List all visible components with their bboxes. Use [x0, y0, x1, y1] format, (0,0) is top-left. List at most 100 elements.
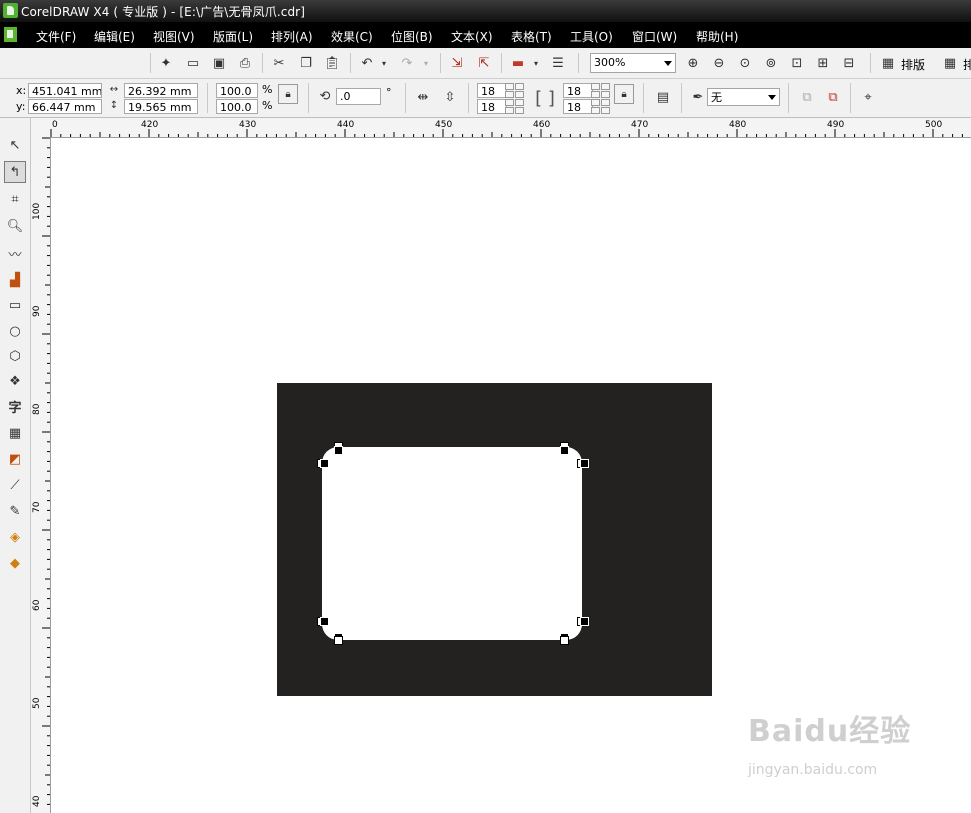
options-icon[interactable]: ☰ [548, 53, 568, 73]
ruler-label: 480 [729, 120, 747, 130]
menu-help[interactable]: 帮助(H) [696, 28, 738, 45]
to-back-icon[interactable]: ⧉ [823, 87, 843, 107]
menu-table[interactable]: 表格(T) [511, 28, 552, 45]
fill-tool-icon[interactable]: ◈ [4, 526, 26, 548]
horizontal-ruler[interactable]: 0 420 430 440 450 460 470 480 490 500 [50, 118, 971, 138]
corner-node[interactable] [320, 459, 329, 468]
print-icon[interactable]: ⎙ [235, 53, 255, 73]
corner-bottom-left-spinner[interactable] [505, 99, 514, 114]
document-icon[interactable] [4, 27, 17, 42]
corner-top-left-spinner-up[interactable] [515, 83, 524, 98]
zoom-out-icon[interactable]: ⊖ [709, 53, 729, 73]
corner-top-right-spinner-up[interactable] [601, 83, 610, 98]
vertical-ruler[interactable]: 100 90 80 70 60 50 40 [31, 137, 51, 813]
convert-to-curves-icon[interactable]: ⌖ [858, 87, 878, 107]
menu-edit[interactable]: 编辑(E) [94, 28, 135, 45]
corner-bottom-right-spinner-up[interactable] [601, 99, 610, 114]
corner-bottom-right-spinner[interactable] [591, 99, 600, 114]
zoom-height-icon[interactable]: ⊟ [839, 53, 859, 73]
zoom-level-select[interactable]: 300% [590, 53, 676, 73]
pick-tool-icon[interactable]: ↖ [4, 134, 26, 156]
corner-radius-top-left-field[interactable]: 18 [477, 83, 507, 98]
menu-layout[interactable]: 版面(L) [213, 28, 253, 45]
layout-label-2[interactable]: 排 [963, 56, 971, 73]
zoom-width-icon[interactable]: ⊞ [813, 53, 833, 73]
basic-shapes-tool-icon[interactable]: ❖ [4, 370, 26, 392]
crop-tool-icon[interactable]: ⌗ [4, 188, 26, 210]
eyedropper-tool-icon[interactable]: ⟋ [4, 474, 26, 496]
menu-arrange[interactable]: 排列(A) [271, 28, 313, 45]
scale-x-field[interactable]: 100.0 [216, 83, 258, 98]
outline-width-select[interactable]: 无 [707, 88, 780, 106]
ellipse-tool-icon[interactable]: ○ [4, 320, 26, 342]
corner-node[interactable] [580, 459, 589, 468]
redo-dropdown-icon[interactable]: ▾ [420, 53, 432, 73]
polygon-tool-icon[interactable]: ⬡ [4, 345, 26, 367]
menu-tools[interactable]: 工具(O) [570, 28, 613, 45]
menu-view[interactable]: 视图(V) [153, 28, 195, 45]
height-field[interactable]: 19.565 mm [124, 99, 198, 114]
rounded-white-rectangle-shape[interactable] [322, 447, 582, 640]
export-icon[interactable]: ⇱ [474, 53, 494, 73]
lock-ratio-icon[interactable]: 🔒︎ [278, 84, 298, 104]
text-tool-icon[interactable]: 字 [4, 395, 26, 417]
paste-icon[interactable]: 📋︎ [322, 53, 342, 73]
corner-node[interactable] [320, 617, 329, 626]
corner-node[interactable] [560, 446, 569, 455]
zoom-page-icon[interactable]: ⊡ [787, 53, 807, 73]
ruler-origin[interactable] [31, 118, 51, 138]
corner-node[interactable] [334, 636, 343, 645]
import-icon[interactable]: ⇲ [447, 53, 467, 73]
corner-bottom-left-spinner-up[interactable] [515, 99, 524, 114]
mirror-horizontal-icon[interactable]: ⇹ [413, 87, 433, 107]
application-launcher-icon[interactable]: ▬ [508, 53, 528, 73]
open-folder-icon[interactable]: ▭ [183, 53, 203, 73]
width-field[interactable]: 26.392 mm [124, 83, 198, 98]
zoom-tool-icon[interactable]: 🔍︎ [4, 215, 26, 237]
launcher-dropdown-icon[interactable]: ▾ [530, 53, 542, 73]
menu-bitmaps[interactable]: 位图(B) [391, 28, 433, 45]
layout-grid-icon[interactable]: ▦ [878, 53, 898, 73]
rectangle-tool-icon[interactable]: ▭ [4, 294, 26, 316]
y-position-field[interactable]: 66.447 mm [28, 99, 102, 114]
scale-y-field[interactable]: 100.0 [216, 99, 258, 114]
corner-node[interactable] [580, 617, 589, 626]
rotation-angle-field[interactable]: .0 [336, 88, 381, 105]
mirror-vertical-icon[interactable]: ⇳ [440, 87, 460, 107]
copy-icon[interactable]: ❐ [296, 53, 316, 73]
zoom-all-objects-icon[interactable]: ⊚ [761, 53, 781, 73]
outline-pen-tool-icon[interactable]: ✎ [4, 500, 26, 522]
cut-icon[interactable]: ✂ [269, 53, 289, 73]
wrap-text-icon[interactable]: ▤ [653, 87, 673, 107]
corner-lock-icon[interactable]: 🔒︎ [614, 84, 634, 104]
save-icon[interactable]: ▣ [209, 53, 229, 73]
layout-label[interactable]: 排版 [901, 56, 925, 73]
smart-fill-tool-icon[interactable]: ▟ [4, 269, 26, 291]
corner-radius-bottom-left-field[interactable]: 18 [477, 99, 507, 114]
corner-radius-bottom-right-field[interactable]: 18 [563, 99, 593, 114]
table-tool-icon[interactable]: ▦ [4, 422, 26, 444]
menu-file[interactable]: 文件(F) [36, 28, 76, 45]
zoom-selected-icon[interactable]: ⊙ [735, 53, 755, 73]
ruler-label: 40 [32, 795, 42, 807]
interactive-blend-tool-icon[interactable]: ◩ [4, 448, 26, 470]
corner-top-right-spinner[interactable] [591, 83, 600, 98]
x-position-field[interactable]: 451.041 mm [28, 83, 102, 98]
layout-grid-icon-2[interactable]: ▦ [940, 53, 960, 73]
undo-icon[interactable]: ↶ [357, 53, 377, 73]
shape-tool-icon[interactable]: ↰ [4, 161, 26, 183]
menu-text[interactable]: 文本(X) [451, 28, 493, 45]
zoom-in-icon[interactable]: ⊕ [683, 53, 703, 73]
corner-top-left-spinner[interactable] [505, 83, 514, 98]
corner-radius-top-right-field[interactable]: 18 [563, 83, 593, 98]
interactive-fill-tool-icon[interactable]: ◆ [4, 552, 26, 574]
new-document-icon[interactable]: ✦ [156, 53, 176, 73]
menu-effects[interactable]: 效果(C) [331, 28, 373, 45]
to-front-icon[interactable]: ⧉ [797, 87, 817, 107]
undo-dropdown-icon[interactable]: ▾ [378, 53, 390, 73]
menu-window[interactable]: 窗口(W) [632, 28, 677, 45]
corner-node[interactable] [560, 636, 569, 645]
redo-icon[interactable]: ↷ [397, 53, 417, 73]
freehand-tool-icon[interactable]: 〰 [4, 242, 26, 264]
corner-node[interactable] [334, 446, 343, 455]
